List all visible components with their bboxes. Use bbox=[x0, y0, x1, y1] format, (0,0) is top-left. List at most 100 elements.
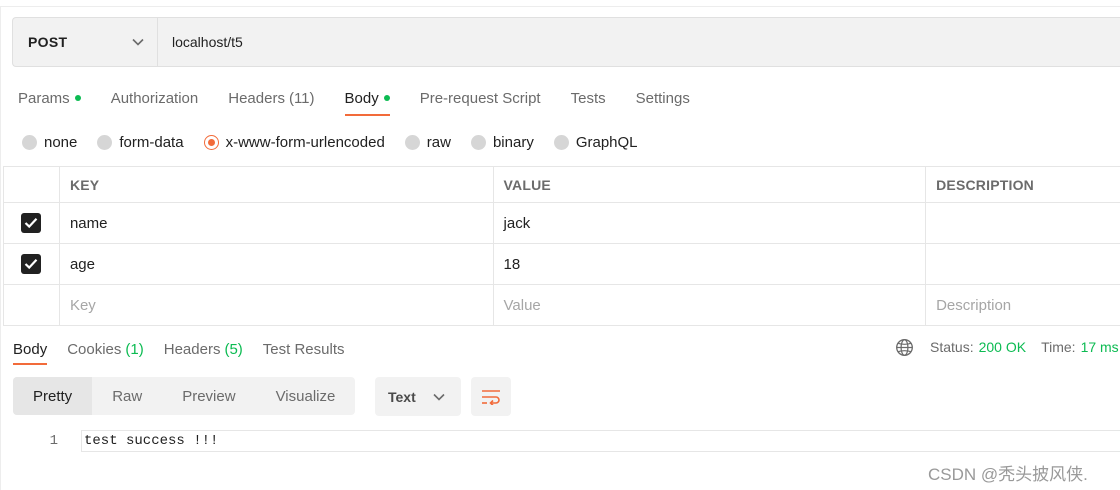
radio-raw[interactable]: raw bbox=[404, 133, 451, 151]
description-cell[interactable] bbox=[925, 202, 1120, 244]
body-type-options: none form-data x-www-form-urlencoded raw… bbox=[22, 132, 658, 152]
radio-button[interactable] bbox=[553, 134, 569, 150]
response-tab-body-label: Body bbox=[13, 340, 48, 358]
tab-tests[interactable]: Tests bbox=[571, 80, 606, 116]
tab-settings-label: Settings bbox=[635, 89, 690, 107]
tab-tests-label: Tests bbox=[570, 89, 606, 107]
checkmark-icon bbox=[25, 259, 38, 270]
tab-pre-request-label: Pre-request Script bbox=[419, 89, 541, 107]
radio-label: none bbox=[44, 133, 78, 151]
tab-headers-label: Headers bbox=[228, 89, 285, 107]
tab-params[interactable]: Params bbox=[18, 80, 81, 116]
value-cell[interactable]: 18 bbox=[492, 243, 927, 285]
chevron-down-icon bbox=[432, 390, 446, 404]
format-select[interactable]: Text bbox=[375, 377, 461, 416]
radio-label: form-data bbox=[119, 133, 184, 151]
response-status: Status: 200 OK Time: 17 ms bbox=[895, 337, 1119, 357]
radio-label: x-www-form-urlencoded bbox=[225, 133, 385, 151]
view-preview-button[interactable]: Preview bbox=[162, 377, 255, 415]
response-tab-body[interactable]: Body bbox=[13, 333, 48, 365]
tab-body-label: Body bbox=[344, 89, 379, 107]
format-label: Text bbox=[388, 388, 416, 405]
globe-icon[interactable] bbox=[895, 338, 914, 357]
response-tab-cookies[interactable]: Cookies (1) bbox=[67, 333, 144, 365]
radio-button[interactable] bbox=[470, 134, 486, 150]
row-checkbox[interactable] bbox=[21, 254, 42, 274]
response-tab-test-results-label: Test Results bbox=[262, 340, 345, 358]
tab-headers-count: (11) bbox=[288, 89, 315, 107]
description-cell[interactable] bbox=[925, 243, 1120, 285]
header-key: KEY bbox=[58, 166, 494, 203]
tab-authorization-label: Authorization bbox=[110, 89, 199, 107]
radio-x-www-form-urlencoded[interactable]: x-www-form-urlencoded bbox=[203, 133, 385, 151]
radio-none[interactable]: none bbox=[22, 134, 77, 151]
radio-label: binary bbox=[492, 133, 534, 151]
radio-label: GraphQL bbox=[575, 133, 638, 151]
request-url-bar: POST bbox=[12, 17, 1120, 67]
table-row: name jack bbox=[3, 202, 1120, 244]
view-visualize-button[interactable]: Visualize bbox=[256, 377, 356, 415]
status-value[interactable]: 200 OK bbox=[979, 339, 1026, 355]
description-placeholder[interactable]: Description bbox=[925, 284, 1120, 326]
key-cell[interactable]: name bbox=[58, 202, 494, 244]
tab-body[interactable]: Body bbox=[344, 80, 390, 116]
response-headers-count: (5) bbox=[224, 340, 243, 358]
url-input[interactable] bbox=[158, 18, 1120, 66]
chevron-down-icon bbox=[131, 35, 145, 49]
tab-params-label: Params bbox=[18, 89, 70, 107]
header-description: DESCRIPTION bbox=[925, 166, 1120, 203]
radio-graphql[interactable]: GraphQL bbox=[553, 133, 638, 151]
response-cookies-count: (1) bbox=[125, 340, 144, 358]
time-label: Time: bbox=[1041, 339, 1076, 355]
view-mode-group: Pretty Raw Preview Visualize bbox=[13, 377, 356, 415]
method-select[interactable]: POST bbox=[13, 18, 158, 66]
radio-button[interactable] bbox=[404, 134, 420, 150]
watermark: CSDN @秃头披风侠. bbox=[928, 465, 1088, 484]
body-params-table: KEY VALUE DESCRIPTION name jack age 18 K… bbox=[3, 166, 1120, 326]
response-tab-headers-label: Headers bbox=[163, 340, 221, 358]
key-placeholder[interactable]: Key bbox=[58, 284, 494, 326]
value-placeholder[interactable]: Value bbox=[492, 284, 927, 326]
response-tab-headers[interactable]: Headers (5) bbox=[164, 333, 243, 365]
params-indicator-dot bbox=[74, 95, 81, 101]
response-tab-test-results[interactable]: Test Results bbox=[263, 333, 345, 365]
checkmark-icon bbox=[25, 218, 38, 229]
table-header-row: KEY VALUE DESCRIPTION bbox=[3, 166, 1120, 203]
wrap-lines-button[interactable] bbox=[471, 377, 511, 416]
radio-form-data[interactable]: form-data bbox=[97, 133, 184, 151]
top-divider bbox=[0, 0, 1120, 7]
tab-authorization[interactable]: Authorization bbox=[111, 80, 199, 116]
response-tabs: Body Cookies (1) Headers (5) Test Result… bbox=[13, 333, 365, 367]
row-checkbox-cell bbox=[3, 284, 60, 326]
table-empty-row: Key Value Description bbox=[3, 284, 1120, 326]
status-label: Status: bbox=[930, 339, 974, 355]
time-value[interactable]: 17 ms bbox=[1081, 339, 1119, 355]
header-checkbox-column bbox=[3, 166, 60, 203]
radio-label: raw bbox=[426, 133, 451, 151]
code-line[interactable]: test success !!! bbox=[81, 430, 1120, 452]
view-raw-button[interactable]: Raw bbox=[92, 377, 162, 415]
key-cell[interactable]: age bbox=[58, 243, 494, 285]
response-body-editor[interactable]: 1 test success !!! bbox=[0, 430, 1120, 452]
tab-settings[interactable]: Settings bbox=[636, 80, 690, 116]
tab-pre-request-script[interactable]: Pre-request Script bbox=[420, 80, 541, 116]
wrap-lines-icon bbox=[482, 389, 500, 405]
value-cell[interactable]: jack bbox=[492, 202, 927, 244]
table-row: age 18 bbox=[3, 243, 1120, 285]
radio-button[interactable] bbox=[97, 134, 113, 150]
left-divider bbox=[0, 7, 1, 490]
radio-binary[interactable]: binary bbox=[470, 133, 534, 151]
tab-headers[interactable]: Headers (11) bbox=[228, 80, 314, 116]
body-indicator-dot bbox=[383, 95, 390, 101]
row-checkbox-cell bbox=[3, 202, 60, 244]
response-tab-cookies-label: Cookies bbox=[67, 340, 122, 358]
method-label: POST bbox=[28, 34, 68, 50]
row-checkbox[interactable] bbox=[21, 213, 42, 233]
header-value: VALUE bbox=[492, 166, 927, 203]
line-number: 1 bbox=[49, 433, 58, 449]
radio-button[interactable] bbox=[22, 134, 37, 150]
radio-button-selected[interactable] bbox=[203, 134, 219, 150]
view-pretty-button[interactable]: Pretty bbox=[13, 377, 93, 415]
row-checkbox-cell bbox=[3, 243, 60, 285]
request-tabs: Params Authorization Headers (11) Body P… bbox=[18, 80, 720, 118]
